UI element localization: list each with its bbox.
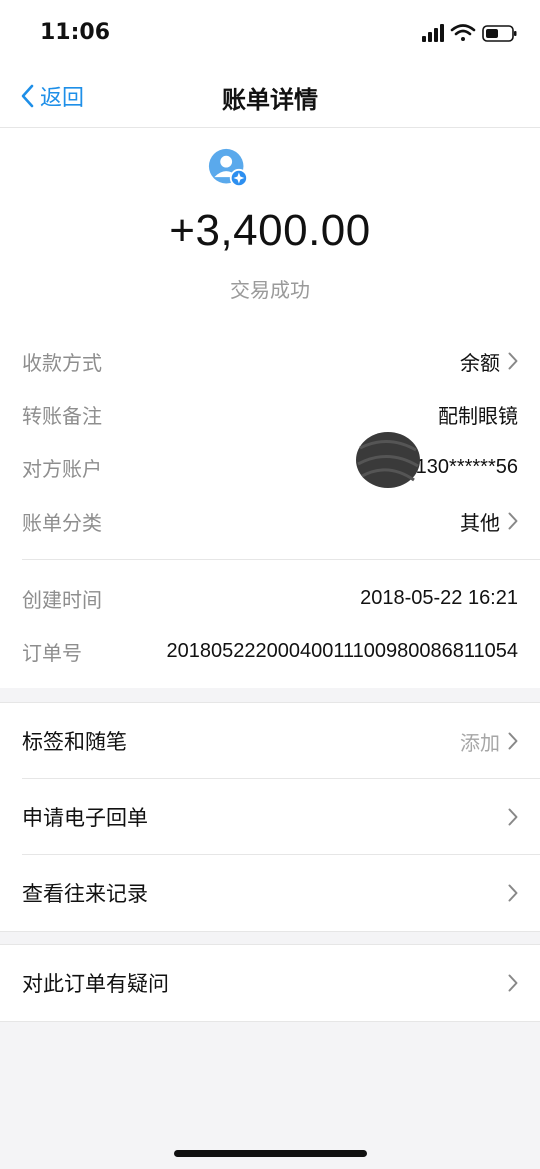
list-item-label: 标签和随笔 <box>22 730 127 754</box>
transaction-amount: +3,400.00 <box>169 206 371 255</box>
list-item-history[interactable]: 查看往来记录 <box>0 855 540 931</box>
detail-row-bill-category[interactable]: 账单分类 其他 <box>22 503 518 539</box>
list-item-hint: 添加 <box>460 730 500 755</box>
detail-row-payment-method[interactable]: 收款方式 余额 <box>22 343 518 379</box>
detail-label: 对方账户 <box>22 456 102 481</box>
wifi-icon <box>450 24 476 41</box>
detail-value: 20180522200040011100980086811054 <box>166 639 518 662</box>
home-indicator[interactable] <box>174 1150 367 1157</box>
cellular-signal-icon <box>422 24 444 42</box>
detail-label: 转账备注 <box>22 403 102 428</box>
divider <box>22 559 540 560</box>
navigation-bar: 返回 账单详情 <box>0 66 540 128</box>
chevron-right-icon <box>508 884 518 902</box>
redaction-scribble <box>356 432 420 488</box>
detail-row-transfer-note: 转账备注 配制眼镜 <box>22 396 518 432</box>
detail-value: 130******56 <box>415 455 518 478</box>
list-item-order-question[interactable]: 对此订单有疑问 <box>0 945 540 1021</box>
avatar[interactable] <box>208 148 248 188</box>
list-item-label: 申请电子回单 <box>22 806 148 830</box>
list-item-label: 对此订单有疑问 <box>22 972 169 996</box>
chevron-right-icon <box>508 352 518 370</box>
detail-value: 余额 <box>460 347 518 376</box>
detail-value: 配制眼镜 <box>438 403 518 428</box>
detail-value: 其他 <box>460 507 518 536</box>
detail-row-created-time: 创建时间 2018-05-22 16:21 <box>22 580 518 616</box>
chevron-right-icon <box>508 974 518 992</box>
chevron-right-icon <box>508 808 518 826</box>
status-time: 11:06 <box>40 20 111 45</box>
detail-label: 收款方式 <box>22 350 102 375</box>
detail-label: 账单分类 <box>22 510 102 535</box>
list-item-label: 查看往来记录 <box>22 882 148 906</box>
status-bar: 11:06 <box>0 0 540 66</box>
detail-value: 2018-05-22 16:21 <box>360 586 518 609</box>
chevron-right-icon <box>508 512 518 530</box>
list-item-e-receipt[interactable]: 申请电子回单 <box>0 779 540 855</box>
chevron-right-icon <box>508 732 518 750</box>
detail-row-order-number: 订单号 20180522200040011100980086811054 <box>22 633 518 669</box>
battery-icon <box>482 25 517 42</box>
status-icons <box>422 24 517 42</box>
detail-row-counterparty-account: 对方账户 130******56 <box>22 449 518 485</box>
page-title: 账单详情 <box>222 86 318 114</box>
transaction-card: +3,400.00 交易成功 收款方式 余额 转账备注 配制眼镜 对方账户 13… <box>0 128 540 688</box>
verified-badge-icon <box>229 168 248 188</box>
detail-label: 订单号 <box>22 640 82 665</box>
transaction-status: 交易成功 <box>230 278 310 302</box>
support-list: 对此订单有疑问 <box>0 944 540 1022</box>
detail-label: 创建时间 <box>22 587 102 612</box>
actions-list: 标签和随笔 添加 申请电子回单 查看往来记录 <box>0 702 540 932</box>
list-item-tags-notes[interactable]: 标签和随笔 添加 <box>0 703 540 779</box>
